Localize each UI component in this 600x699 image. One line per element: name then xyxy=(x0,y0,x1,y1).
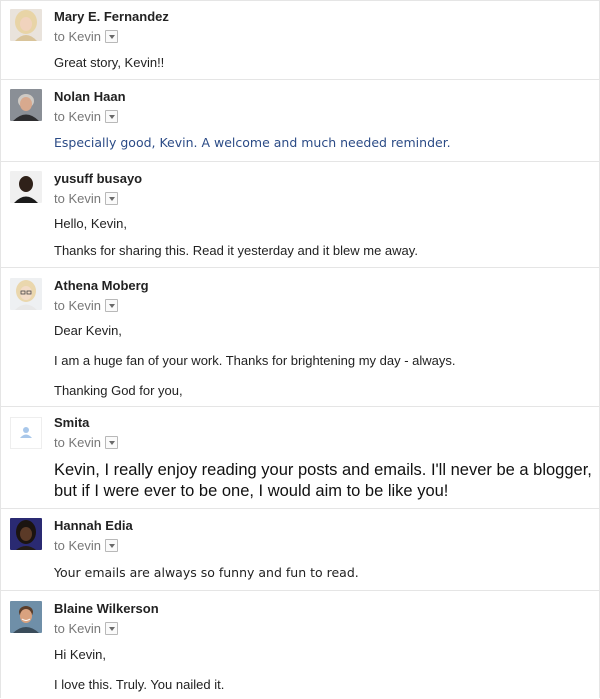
chevron-down-icon[interactable] xyxy=(104,30,118,43)
smiling-man-avatar-icon xyxy=(10,601,42,633)
recipient-label: to Kevin xyxy=(54,621,101,636)
message-card: yusuff busayo to Kevin Hello, Kevin, Tha… xyxy=(0,162,600,268)
message-body-line: Dear Kevin, xyxy=(54,323,122,338)
message-card: Mary E. Fernandez to Kevin Great story, … xyxy=(0,0,600,80)
avatar[interactable] xyxy=(10,9,42,41)
message-body-line: but if I were ever to be one, I would ai… xyxy=(54,482,449,500)
message-body-line: Hi Kevin, xyxy=(54,647,107,662)
avatar[interactable] xyxy=(10,278,42,310)
message-body-line: Hello, Kevin, xyxy=(54,216,127,231)
message-card: Blaine Wilkerson to Kevin Hi Kevin, I lo… xyxy=(0,591,600,698)
recipient-line[interactable]: to Kevin xyxy=(54,109,118,124)
older-man-avatar-icon xyxy=(10,89,42,121)
chevron-down-icon[interactable] xyxy=(104,299,118,312)
blonde-woman-avatar-icon xyxy=(10,9,42,41)
chevron-down-icon[interactable] xyxy=(104,192,118,205)
message-body-line: Your emails are always so funny and fun … xyxy=(54,565,359,580)
email-thread: Mary E. Fernandez to Kevin Great story, … xyxy=(0,0,600,698)
recipient-label: to Kevin xyxy=(54,298,101,313)
message-body-line: I am a huge fan of your work. Thanks for… xyxy=(54,353,456,368)
default-person-avatar-icon xyxy=(10,417,42,449)
avatar[interactable] xyxy=(10,417,42,449)
message-card: Athena Moberg to Kevin Dear Kevin, I am … xyxy=(0,268,600,407)
avatar[interactable] xyxy=(10,171,42,203)
message-card: Smita to Kevin Kevin, I really enjoy rea… xyxy=(0,407,600,509)
recipient-line[interactable]: to Kevin xyxy=(54,191,118,206)
avatar[interactable] xyxy=(10,518,42,550)
recipient-line[interactable]: to Kevin xyxy=(54,298,118,313)
chevron-down-icon[interactable] xyxy=(104,436,118,449)
woman-glasses-avatar-icon xyxy=(10,278,42,310)
man-avatar-icon xyxy=(10,171,42,203)
recipient-label: to Kevin xyxy=(54,191,101,206)
message-body-line: Especially good, Kevin. A welcome and mu… xyxy=(54,135,451,150)
sender-name[interactable]: Nolan Haan xyxy=(54,89,126,104)
chevron-down-icon[interactable] xyxy=(104,539,118,552)
message-card: Nolan Haan to Kevin Especially good, Kev… xyxy=(0,80,600,162)
recipient-label: to Kevin xyxy=(54,435,101,450)
avatar[interactable] xyxy=(10,601,42,633)
recipient-label: to Kevin xyxy=(54,538,101,553)
message-body-line: I love this. Truly. You nailed it. xyxy=(54,677,225,692)
message-body-line: Thanking God for you, xyxy=(54,383,183,398)
recipient-line[interactable]: to Kevin xyxy=(54,435,118,450)
recipient-line[interactable]: to Kevin xyxy=(54,538,118,553)
recipient-line[interactable]: to Kevin xyxy=(54,621,118,636)
recipient-label: to Kevin xyxy=(54,109,101,124)
sender-name[interactable]: Athena Moberg xyxy=(54,278,149,293)
recipient-line[interactable]: to Kevin xyxy=(54,29,118,44)
recipient-label: to Kevin xyxy=(54,29,101,44)
chevron-down-icon[interactable] xyxy=(104,622,118,635)
avatar[interactable] xyxy=(10,89,42,121)
sender-name[interactable]: Smita xyxy=(54,415,89,430)
message-body-line: Great story, Kevin!! xyxy=(54,55,165,70)
sender-name[interactable]: Hannah Edia xyxy=(54,518,133,533)
woman-avatar-icon xyxy=(10,518,42,550)
sender-name[interactable]: Blaine Wilkerson xyxy=(54,601,159,616)
message-body-line: Thanks for sharing this. Read it yesterd… xyxy=(54,243,418,258)
message-card: Hannah Edia to Kevin Your emails are alw… xyxy=(0,509,600,591)
sender-name[interactable]: yusuff busayo xyxy=(54,171,142,186)
sender-name[interactable]: Mary E. Fernandez xyxy=(54,9,169,24)
message-body-line: Kevin, I really enjoy reading your posts… xyxy=(54,461,592,479)
chevron-down-icon[interactable] xyxy=(104,110,118,123)
